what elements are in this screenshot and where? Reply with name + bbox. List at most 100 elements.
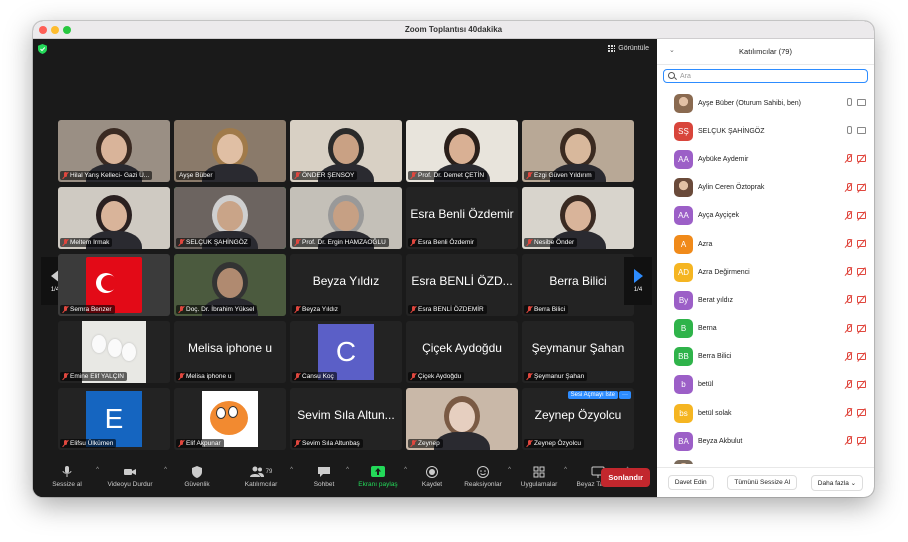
invite-button[interactable]: Davet Edin xyxy=(667,475,714,490)
participant-row[interactable]: BB Berra Bilici xyxy=(657,343,874,371)
video-off-icon[interactable] xyxy=(857,183,866,191)
next-page-button[interactable]: 1/4 xyxy=(624,257,652,305)
share-screen-button[interactable]: Ekranı paylaş ^ xyxy=(355,461,407,497)
video-tile[interactable]: Ayşe Büber xyxy=(174,120,286,182)
video-tile[interactable]: Prof. Dr. Ergin HAMZAOĞLU xyxy=(290,187,402,249)
video-tile[interactable]: Ezgi Güven Yıldırım xyxy=(522,120,634,182)
video-tile[interactable]: Elif Akpunar xyxy=(174,388,286,450)
chevron-up-icon[interactable]: ^ xyxy=(404,467,407,473)
participant-row[interactable]: Ayşe Büber (Oturum Sahibi, ben) xyxy=(657,89,874,117)
chat-button[interactable]: Sohbet ^ xyxy=(305,461,349,497)
more-button[interactable]: Daha fazla ⌄ xyxy=(810,474,864,491)
participant-row[interactable]: By Berat yıldız xyxy=(657,286,874,314)
video-tile[interactable]: Nesibe Önder xyxy=(522,187,634,249)
apps-button[interactable]: Uygulamalar ^ xyxy=(517,461,567,497)
video-tile[interactable]: Beyza Yıldız Beyza Yıldız xyxy=(290,254,402,316)
video-off-icon[interactable] xyxy=(857,380,866,388)
video-tile[interactable]: SELÇUK ŞAHİNGÖZ xyxy=(174,187,286,249)
video-off-icon[interactable] xyxy=(857,268,866,276)
muted-microphone-icon[interactable] xyxy=(845,323,852,333)
end-meeting-button[interactable]: Sonlandır xyxy=(601,468,650,487)
view-button[interactable]: Görüntüle xyxy=(608,45,649,52)
muted-microphone-icon[interactable] xyxy=(845,210,852,220)
video-camera-icon[interactable] xyxy=(857,99,866,106)
participant-search-input[interactable]: Ara xyxy=(663,69,868,83)
muted-microphone-icon[interactable] xyxy=(845,267,852,276)
chevron-up-icon[interactable]: ^ xyxy=(564,467,567,473)
muted-microphone-icon[interactable] xyxy=(845,436,852,445)
video-off-icon[interactable] xyxy=(857,296,866,304)
video-tile[interactable]: Melisa iphone u Melisa iphone u xyxy=(174,321,286,383)
stop-video-button[interactable]: Videoyu Durdur ^ xyxy=(99,461,167,497)
microphone-icon[interactable] xyxy=(845,126,852,135)
shield-icon[interactable] xyxy=(38,44,47,54)
video-tile[interactable]: Emine Elif YALÇIN xyxy=(58,321,170,383)
participant-row[interactable] xyxy=(657,455,874,464)
request-unmute-badge[interactable]: Sesi Açmayı İste xyxy=(567,391,618,399)
participant-row[interactable]: Aylin Ceren Öztoprak xyxy=(657,174,874,202)
participant-row[interactable]: bs betül solak xyxy=(657,399,874,427)
more-options-icon[interactable]: ··· xyxy=(619,391,631,399)
muted-microphone-icon[interactable] xyxy=(845,182,852,192)
record-button[interactable]: Kaydet xyxy=(417,461,447,497)
participant-list-name: betül solak xyxy=(698,409,732,417)
participant-name: Çiçek Aydoğdu xyxy=(418,373,462,380)
video-off-icon[interactable] xyxy=(857,409,866,417)
participant-row[interactable]: SŞ SELÇUK ŞAHİNGÖZ xyxy=(657,117,874,145)
mute-button[interactable]: Sessize al ^ xyxy=(41,461,99,497)
video-tile[interactable]: Zeynep Özyolcu Sesi Açmayı İste ··· Zeynep … xyxy=(522,388,634,450)
video-tile[interactable]: ÖNDER ŞENSOY xyxy=(290,120,402,182)
video-off-icon[interactable] xyxy=(857,211,866,219)
muted-microphone-icon[interactable] xyxy=(845,154,852,163)
video-camera-icon[interactable] xyxy=(857,127,866,135)
mute-all-button[interactable]: Tümünü Sessize Al xyxy=(727,475,798,490)
video-off-icon[interactable] xyxy=(857,155,866,163)
chevron-up-icon[interactable]: ^ xyxy=(346,467,349,473)
muted-microphone-icon[interactable] xyxy=(845,295,852,304)
video-tile[interactable]: Hilal Yarış Kelleci- Gazi Ü... xyxy=(58,120,170,182)
participant-name: Ezgi Güven Yıldırım xyxy=(534,172,592,179)
muted-microphone-icon[interactable] xyxy=(845,379,852,389)
muted-microphone-icon[interactable] xyxy=(845,238,852,248)
reactions-label: Reaksiyonlar xyxy=(464,481,502,488)
video-tile[interactable]: Meltem Irmak xyxy=(58,187,170,249)
video-tile[interactable]: E Elifsu Ülkümen xyxy=(58,388,170,450)
chevron-up-icon[interactable]: ^ xyxy=(164,467,167,473)
participant-row[interactable]: A Azra xyxy=(657,230,874,258)
chevron-down-icon[interactable]: ⌄ xyxy=(669,46,675,54)
video-tile[interactable]: Esra BENLİ ÖZD... Esra BENLİ ÖZDEMİR xyxy=(406,254,518,316)
video-tile[interactable]: Esra Benli Özdemir Esra Benli Özdemir xyxy=(406,187,518,249)
participant-row[interactable]: BA Beyza Akbulut xyxy=(657,427,874,455)
video-off-icon[interactable] xyxy=(857,324,866,332)
chevron-up-icon[interactable]: ^ xyxy=(508,467,511,473)
participant-row[interactable]: AA Aybüke Aydemir xyxy=(657,145,874,173)
participant-row[interactable]: B Berna xyxy=(657,315,874,343)
security-button[interactable]: Güvenlik xyxy=(173,461,221,497)
participant-row[interactable]: b betül xyxy=(657,371,874,399)
video-tile[interactable]: Semra Benzer xyxy=(58,254,170,316)
participant-name: Esra Benli Özdemir xyxy=(418,239,474,246)
video-tile[interactable]: Sevim Sıla Altun... Sevim Sıla Altunbaş xyxy=(290,388,402,450)
video-tile[interactable]: Prof. Dr. Demet ÇETİN xyxy=(406,120,518,182)
video-tile[interactable]: Şeymanur Şahan Şeymanur Şahan xyxy=(522,321,634,383)
video-off-icon[interactable] xyxy=(857,352,866,360)
chevron-up-icon[interactable]: ^ xyxy=(290,467,293,473)
video-tile[interactable]: Berra Bilici Berra Bilici xyxy=(522,254,634,316)
avatar: AD xyxy=(674,262,693,282)
muted-microphone-icon[interactable] xyxy=(845,351,852,361)
video-tile[interactable]: Doç. Dr. İbrahim Yüksel xyxy=(174,254,286,316)
participants-button[interactable]: 79 Katılımcılar ^ xyxy=(235,461,293,497)
participant-name-label: Meltem Irmak xyxy=(60,238,113,247)
video-tile[interactable]: C Cansu Koç xyxy=(290,321,402,383)
microphone-icon[interactable] xyxy=(845,98,852,107)
video-off-icon[interactable] xyxy=(857,239,866,247)
muted-microphone-icon xyxy=(179,239,184,246)
reactions-button[interactable]: Reaksiyonlar ^ xyxy=(461,461,511,497)
video-tile[interactable]: Çiçek Aydoğdu Çiçek Aydoğdu xyxy=(406,321,518,383)
muted-microphone-icon[interactable] xyxy=(845,408,852,417)
participant-row[interactable]: AD Azra Değirmenci xyxy=(657,258,874,286)
participant-name: Nesibe Önder xyxy=(534,239,575,246)
participant-row[interactable]: AA Ayça Ayçiçek xyxy=(657,202,874,230)
video-off-icon[interactable] xyxy=(857,437,866,445)
video-tile[interactable]: Zeynep xyxy=(406,388,518,450)
